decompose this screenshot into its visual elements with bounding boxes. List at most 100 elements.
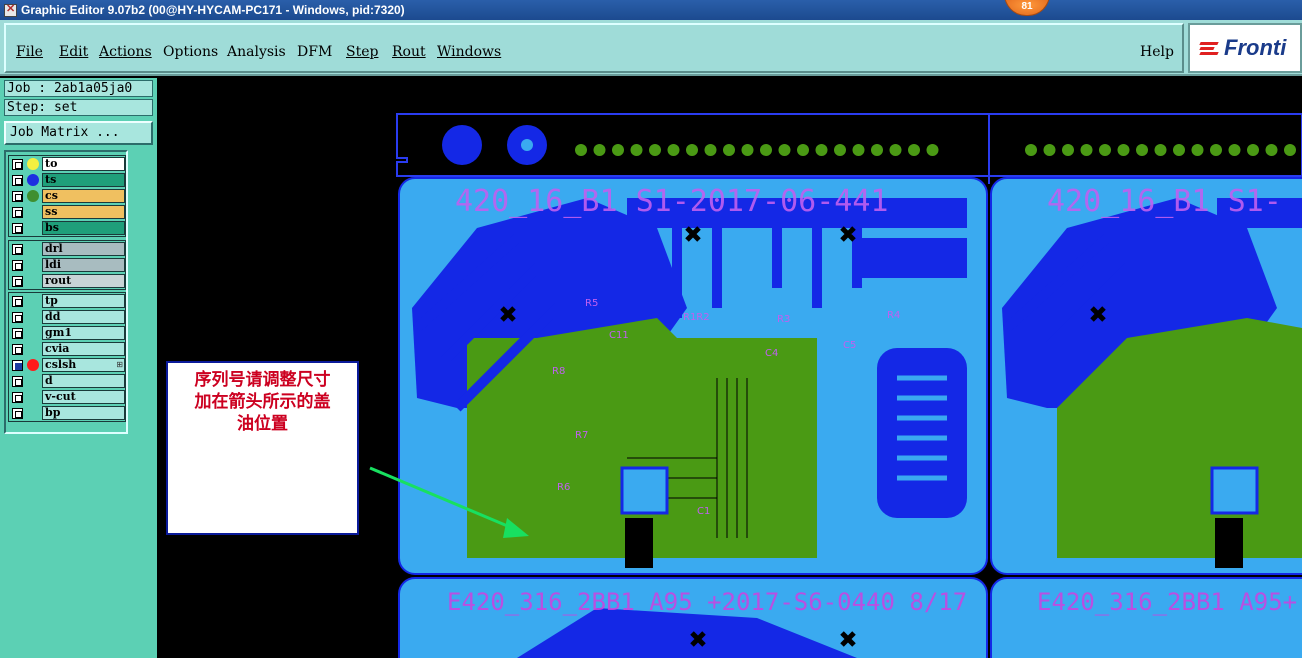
title-bar: Graphic Editor 9.07b2 (00@HY-HYCAM-PC171… xyxy=(0,0,1302,20)
layer-row-gm1[interactable]: gm1 xyxy=(9,325,125,341)
layer-row-bs[interactable]: bs xyxy=(9,220,125,236)
rail-dot xyxy=(1247,144,1259,156)
connector-right xyxy=(1215,518,1243,568)
layer-color-dot xyxy=(27,174,39,186)
layer-checkbox[interactable] xyxy=(12,175,23,186)
layer-name[interactable]: cs xyxy=(42,189,125,203)
menu-edit[interactable]: Edit xyxy=(59,44,88,60)
layer-checkbox[interactable] xyxy=(12,408,23,419)
component-label: R7 xyxy=(575,430,588,441)
menu-file[interactable]: File xyxy=(16,44,43,60)
menu-options[interactable]: Options xyxy=(163,44,218,60)
component-label: R3 xyxy=(777,314,790,325)
board-serial-top-left: 420_16_B1 S1-2017-06-441 xyxy=(455,184,888,219)
layer-expand-icon[interactable]: ⊞ xyxy=(116,360,123,369)
layer-name[interactable]: gm1 xyxy=(42,326,125,340)
layer-checkbox[interactable] xyxy=(12,312,23,323)
layer-row-cslsh[interactable]: cslsh ⊞ xyxy=(9,357,125,373)
layer-name[interactable]: ldi xyxy=(42,258,125,272)
layer-group-board: to ts cs ss bs xyxy=(8,155,126,237)
menu-analysis[interactable]: Analysis xyxy=(227,44,286,60)
rail-dot xyxy=(1210,144,1222,156)
layer-name[interactable]: bs xyxy=(42,221,125,235)
layer-row-drl[interactable]: drl xyxy=(9,241,125,257)
job-matrix-button[interactable]: Job Matrix ... xyxy=(4,121,153,145)
board-left xyxy=(398,177,988,575)
layer-checkbox[interactable] xyxy=(12,276,23,287)
rail-dot xyxy=(1099,144,1111,156)
rail-dot xyxy=(797,144,809,156)
layer-name[interactable]: drl xyxy=(42,242,125,256)
layer-row-rout[interactable]: rout xyxy=(9,273,125,289)
rail-dot xyxy=(741,144,754,156)
layer-name[interactable]: d xyxy=(42,374,125,388)
menu-help[interactable]: Help xyxy=(1140,44,1174,60)
menu-actions[interactable]: Actions xyxy=(99,44,152,60)
layer-checkbox[interactable] xyxy=(12,244,23,255)
rail-dot xyxy=(686,144,698,156)
component-label: R4 xyxy=(887,310,900,321)
layer-checkbox[interactable] xyxy=(12,296,23,307)
layer-checkbox[interactable] xyxy=(12,376,23,387)
layer-name[interactable]: ts xyxy=(42,173,125,187)
layer-group-misc: tp dd gm1 cvia cslsh ⊞ d v-cut bp xyxy=(8,292,126,422)
rail-dot xyxy=(1173,144,1185,156)
layer-checkbox[interactable] xyxy=(12,207,23,218)
menu-dfm[interactable]: DFM xyxy=(297,44,332,60)
menu-rout[interactable]: Rout xyxy=(392,44,426,60)
component-label: R8 xyxy=(552,366,565,377)
layer-name[interactable]: dd xyxy=(42,310,125,324)
layer-row-bp[interactable]: bp xyxy=(9,405,125,421)
layer-row-ts[interactable]: ts xyxy=(9,172,125,188)
layer-checkbox[interactable] xyxy=(12,392,23,403)
layer-group-drill: drl ldi rout xyxy=(8,240,126,290)
window-title: Graphic Editor 9.07b2 (00@HY-HYCAM-PC171… xyxy=(21,3,405,17)
layer-checkbox[interactable] xyxy=(12,344,23,355)
board-right xyxy=(990,177,1302,575)
layer-row-to[interactable]: to xyxy=(9,156,125,172)
layer-name[interactable]: rout xyxy=(42,274,125,288)
layer-name[interactable]: cvia xyxy=(42,342,125,356)
layer-checkbox[interactable] xyxy=(12,191,23,202)
layer-checkbox[interactable] xyxy=(12,260,23,271)
rail-dot xyxy=(1080,144,1093,156)
layer-row-cs[interactable]: cs xyxy=(9,188,125,204)
note-line-2: 加在箭头所示的盖 xyxy=(194,392,331,412)
component-label: R6 xyxy=(557,482,570,493)
layer-name[interactable]: tp xyxy=(42,294,125,308)
layer-row-v-cut[interactable]: v-cut xyxy=(9,389,125,405)
note-line-3: 油位置 xyxy=(237,414,288,434)
rail-dot xyxy=(889,144,902,156)
layer-name[interactable]: ss xyxy=(42,205,125,219)
layer-list: to ts cs ss bs drl ldi rout tp dd gm1 cvia cslsh ⊞ d… xyxy=(4,150,128,434)
layer-row-tp[interactable]: tp xyxy=(9,293,125,309)
component-label: C5 xyxy=(843,340,856,351)
layer-name[interactable]: cslsh xyxy=(42,358,125,372)
layer-name[interactable]: to xyxy=(42,157,125,171)
layer-name[interactable]: v-cut xyxy=(42,390,125,404)
fiducial-center xyxy=(521,139,533,151)
board-serial-bottom-right: E420_316_2BB1 A95+ xyxy=(1037,588,1297,616)
rail-dot xyxy=(1117,144,1130,156)
rail-dot xyxy=(1284,144,1296,156)
app-icon xyxy=(4,2,17,17)
layer-checkbox[interactable] xyxy=(12,328,23,339)
layer-row-d[interactable]: d xyxy=(9,373,125,389)
layer-checkbox[interactable] xyxy=(12,159,23,170)
layer-row-dd[interactable]: dd xyxy=(9,309,125,325)
rail-dot xyxy=(834,144,846,156)
ic-chip-right xyxy=(1210,466,1259,515)
menu-windows[interactable]: Windows xyxy=(437,44,501,60)
layer-checkbox[interactable] xyxy=(12,223,23,234)
step-name[interactable]: Step: set xyxy=(4,99,153,116)
rail-dot xyxy=(575,144,587,156)
layer-checkbox[interactable] xyxy=(12,360,23,371)
layer-row-ldi[interactable]: ldi xyxy=(9,257,125,273)
menu-step[interactable]: Step xyxy=(346,44,378,60)
layer-row-cvia[interactable]: cvia xyxy=(9,341,125,357)
layer-name[interactable]: bp xyxy=(42,406,125,420)
layer-row-ss[interactable]: ss xyxy=(9,204,125,220)
layer-color-dot xyxy=(27,359,39,371)
rail-dot xyxy=(704,144,717,156)
menu-bar: File Edit Actions Options Analysis DFM S… xyxy=(0,20,1302,76)
